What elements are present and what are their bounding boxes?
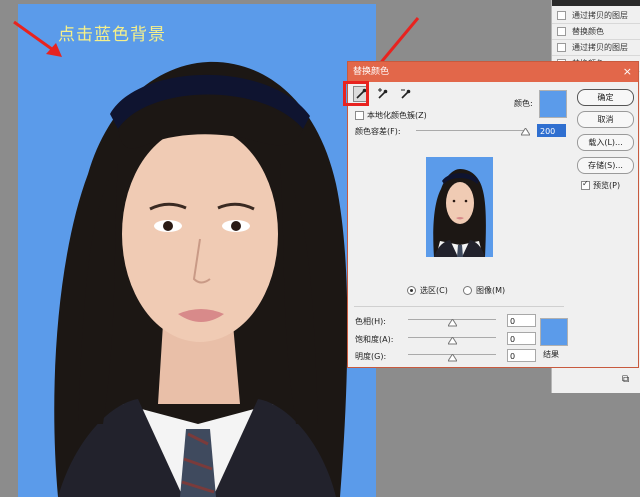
replace-color-dialog: 替换颜色 ×: [347, 61, 639, 368]
highlight-box: [343, 81, 369, 106]
tolerance-label: 颜色容差(F):: [355, 127, 401, 136]
annotation-arrow-left: [13, 20, 62, 57]
color-label: 颜色:: [514, 99, 533, 108]
portrait-illustration: [54, 61, 348, 497]
tolerance-slider[interactable]: [416, 130, 528, 131]
ok-button[interactable]: 确定: [577, 89, 634, 106]
preview-portrait: [433, 169, 486, 257]
layer-visibility-checkbox[interactable]: [557, 11, 566, 20]
saturation-input[interactable]: 0: [507, 332, 536, 345]
localized-clusters-checkbox[interactable]: [355, 111, 364, 120]
layer-label: 通过拷贝的图层: [572, 43, 628, 52]
eyedropper-plus-icon[interactable]: [375, 86, 391, 102]
layer-label: 替换颜色: [572, 27, 604, 36]
saturation-label: 饱和度(A):: [355, 335, 394, 344]
tolerance-slider-thumb[interactable]: [521, 128, 530, 136]
lightness-slider-thumb[interactable]: [448, 354, 457, 362]
localized-clusters-label: 本地化颜色簇(Z): [367, 111, 427, 120]
add-adjustment-icon[interactable]: ⧉: [622, 374, 629, 385]
save-button[interactable]: 存储(S)...: [577, 157, 634, 174]
selection-radio-label: 选区(C): [420, 286, 448, 295]
cancel-button[interactable]: 取消: [577, 111, 634, 128]
saturation-slider-thumb[interactable]: [448, 337, 457, 345]
dialog-title: 替换颜色: [353, 67, 390, 77]
lightness-label: 明度(G):: [355, 352, 387, 361]
image-radio-label: 图像(M): [476, 286, 506, 295]
selection-radio[interactable]: [407, 286, 416, 295]
result-color-swatch[interactable]: [540, 318, 568, 346]
selection-preview: [426, 157, 493, 257]
layer-row[interactable]: 通过拷贝的图层: [552, 40, 640, 56]
close-icon[interactable]: ×: [623, 62, 632, 82]
result-label: 结果: [543, 350, 559, 359]
layer-visibility-checkbox[interactable]: [557, 27, 566, 36]
annotation-text: 点击蓝色背景: [58, 25, 166, 45]
layer-row[interactable]: 通过拷贝的图层: [552, 8, 640, 24]
layer-label: 通过拷贝的图层: [572, 11, 628, 20]
layer-row[interactable]: 替换颜色: [552, 24, 640, 40]
layer-visibility-checkbox[interactable]: [557, 43, 566, 52]
target-color-swatch[interactable]: [539, 90, 567, 118]
image-radio[interactable]: [463, 286, 472, 295]
hue-input[interactable]: 0: [507, 314, 536, 327]
eyedropper-minus-icon[interactable]: [398, 86, 414, 102]
hue-slider-thumb[interactable]: [448, 319, 457, 327]
dialog-titlebar[interactable]: 替换颜色 ×: [348, 62, 638, 82]
preview-checkbox[interactable]: [581, 179, 590, 190]
load-button[interactable]: 载入(L)...: [577, 134, 634, 151]
preview-label: 预览(P): [593, 181, 621, 190]
section-divider: [354, 306, 564, 307]
tolerance-input[interactable]: 200: [537, 124, 566, 137]
lightness-input[interactable]: 0: [507, 349, 536, 362]
hue-label: 色相(H):: [355, 317, 386, 326]
portrait-photo[interactable]: [18, 4, 376, 497]
